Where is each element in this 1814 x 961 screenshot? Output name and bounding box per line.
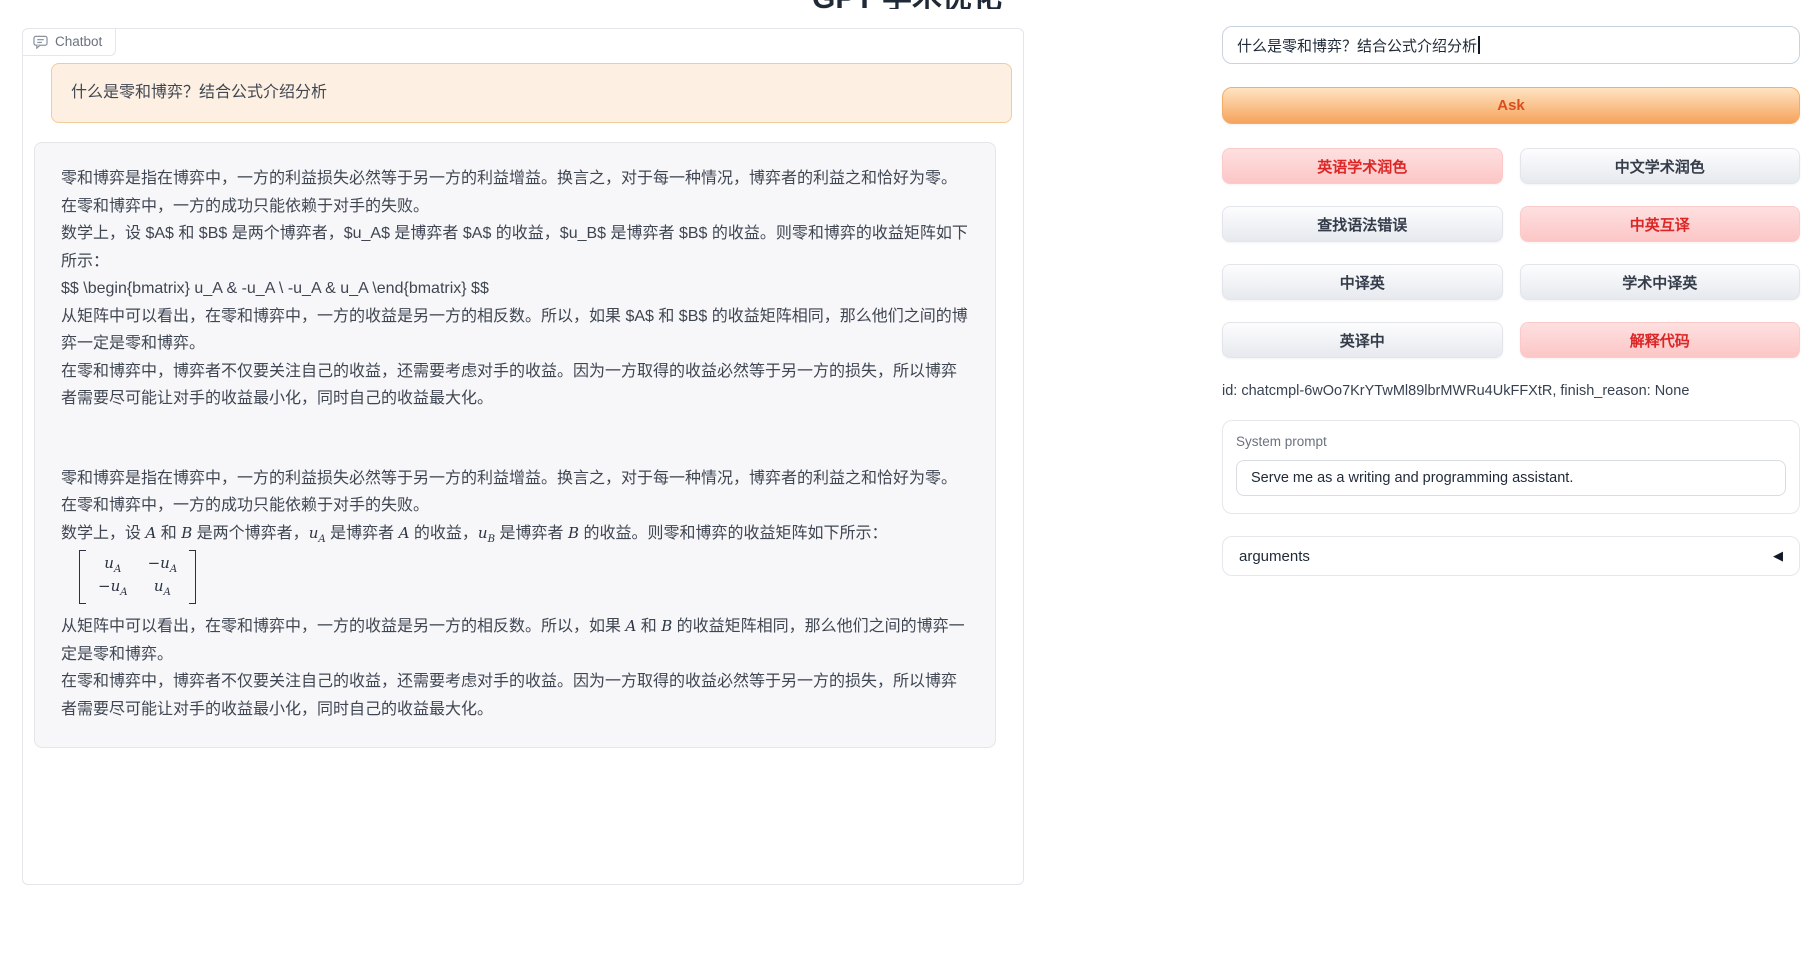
- matrix-cell: −uA: [148, 554, 178, 577]
- matrix-right-bracket: [189, 550, 196, 604]
- paragraph-gap: [61, 413, 969, 465]
- system-prompt-card: System prompt Serve me as a writing and …: [1222, 420, 1800, 514]
- control-column: 什么是零和博弈？结合公式介绍分析 Ask 英语学术润色 中文学术润色 查找语法错…: [1222, 26, 1800, 576]
- response-status-text: id: chatcmpl-6wOo7KrYTwMl89lbrMWRu4UkFFX…: [1222, 383, 1800, 399]
- bot-rendered-paragraph: 从矩阵中可以看出，在零和博弈中，一方的收益是另一方的相反数。所以，如果 A 和 …: [61, 613, 969, 668]
- chatbot-tab-label: Chatbot: [23, 29, 116, 56]
- bot-raw-paragraph: 零和博弈是指在博弈中，一方的利益损失必然等于另一方的利益增益。换言之，对于每一种…: [61, 165, 969, 220]
- question-input-value: 什么是零和博弈？结合公式介绍分析: [1237, 35, 1477, 56]
- bot-raw-paragraph: 数学上，设 $A$ 和 $B$ 是两个博弈者，$u_A$ 是博弈者 $A$ 的收…: [61, 220, 969, 275]
- bot-raw-paragraph: 从矩阵中可以看出，在零和博弈中，一方的收益是另一方的相反数。所以，如果 $A$ …: [61, 303, 969, 358]
- matrix-cell: uA: [148, 577, 178, 600]
- button-chinese-academic-polish[interactable]: 中文学术润色: [1520, 148, 1801, 184]
- text-cursor: [1478, 36, 1480, 54]
- button-en-to-zh[interactable]: 英译中: [1222, 322, 1503, 358]
- arguments-accordion-label: arguments: [1239, 548, 1310, 565]
- bot-raw-paragraph: 在零和博弈中，博弈者不仅要关注自己的收益，还需要考虑对手的收益。因为一方取得的收…: [61, 358, 969, 413]
- message-list: 什么是零和博弈？结合公式介绍分析 零和博弈是指在博弈中，一方的利益损失必然等于另…: [23, 29, 1023, 748]
- page-title: GPT 学术优化: [0, 0, 1814, 9]
- chatbot-panel: Chatbot 什么是零和博弈？结合公式介绍分析 零和博弈是指在博弈中，一方的利…: [22, 28, 1024, 885]
- function-button-grid: 英语学术润色 中文学术润色 查找语法错误 中英互译 中译英 学术中译英 英译中 …: [1222, 148, 1800, 358]
- button-zh-to-en[interactable]: 中译英: [1222, 264, 1503, 300]
- matrix-cell: uA: [98, 554, 128, 577]
- system-prompt-label: System prompt: [1236, 434, 1786, 449]
- bot-rendered-paragraph: 零和博弈是指在博弈中，一方的利益损失必然等于另一方的利益增益。换言之，对于每一种…: [61, 465, 969, 520]
- user-message-bubble: 什么是零和博弈？结合公式介绍分析: [51, 63, 1012, 123]
- chat-bubble-icon: [33, 35, 48, 49]
- chatbot-tab-text: Chatbot: [55, 34, 102, 49]
- system-prompt-input[interactable]: Serve me as a writing and programming as…: [1236, 460, 1786, 496]
- arguments-accordion[interactable]: arguments ◀: [1222, 536, 1800, 576]
- button-explain-code[interactable]: 解释代码: [1520, 322, 1801, 358]
- button-find-grammar-errors[interactable]: 查找语法错误: [1222, 206, 1503, 242]
- payoff-matrix: uA −uA −uA uA: [61, 548, 969, 613]
- button-english-academic-polish[interactable]: 英语学术润色: [1222, 148, 1503, 184]
- bot-rendered-paragraph: 在零和博弈中，博弈者不仅要关注自己的收益，还需要考虑对手的收益。因为一方取得的收…: [61, 668, 969, 723]
- button-academic-zh-to-en[interactable]: 学术中译英: [1520, 264, 1801, 300]
- bot-message-bubble: 零和博弈是指在博弈中，一方的利益损失必然等于另一方的利益增益。换言之，对于每一种…: [34, 142, 996, 748]
- matrix-left-bracket: [79, 550, 86, 604]
- accordion-collapse-icon: ◀: [1773, 548, 1783, 564]
- button-zh-en-mutual-translate[interactable]: 中英互译: [1520, 206, 1801, 242]
- app-page: GPT 学术优化 Chatbot 什么是零和博弈？结合公式介绍分析 零和博弈是指…: [0, 0, 1814, 961]
- user-message-text: 什么是零和博弈？结合公式介绍分析: [71, 84, 327, 101]
- question-input[interactable]: 什么是零和博弈？结合公式介绍分析: [1222, 26, 1800, 64]
- ask-button[interactable]: Ask: [1222, 87, 1800, 124]
- bot-rendered-paragraph: 数学上，设 A 和 B 是两个博弈者，uA 是博弈者 A 的收益，uB 是博弈者…: [61, 520, 969, 549]
- matrix-cell: −uA: [98, 577, 128, 600]
- bot-raw-formula: $$ \begin{bmatrix} u_A & -u_A \ -u_A & u…: [61, 275, 969, 303]
- clipped-page-title: GPT 学术优化: [0, 0, 1814, 9]
